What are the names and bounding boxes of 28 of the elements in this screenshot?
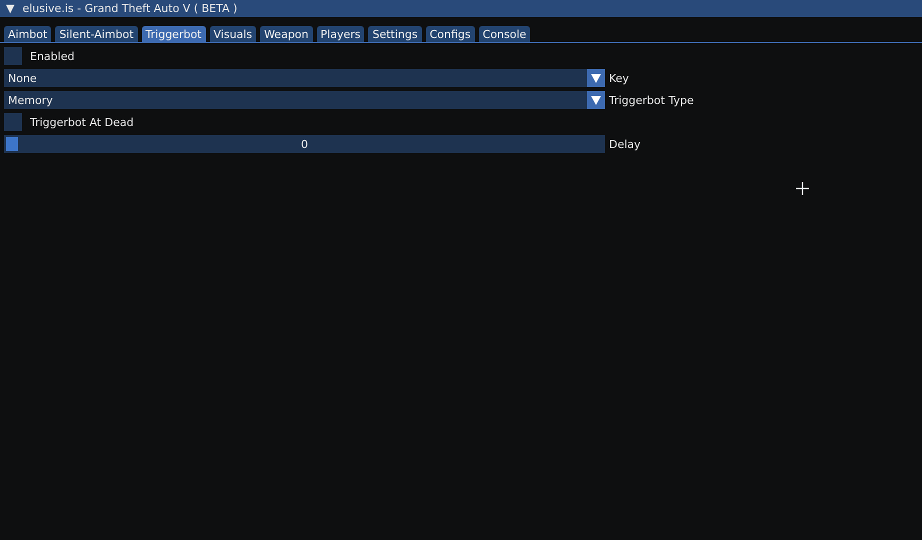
dropdown-value: None — [7, 72, 37, 84]
tab[interactable]: Aimbot — [4, 26, 52, 42]
dropdown-value: Memory — [7, 94, 53, 106]
tab[interactable]: Configs — [426, 26, 475, 42]
slider-value: 0 — [301, 138, 308, 150]
dropdown[interactable]: None — [4, 69, 605, 87]
dropdown-arrow-icon — [591, 96, 601, 104]
window-title: elusive.is - Grand Theft Auto V ( BETA ) — [22, 2, 238, 15]
slider-label: Delay — [609, 138, 641, 150]
tab[interactable]: Players — [316, 26, 364, 42]
tab[interactable]: Weapon — [260, 26, 313, 42]
dropdown-label: Triggerbot Type — [609, 94, 694, 106]
tab[interactable]: Visuals — [210, 26, 256, 42]
tab[interactable]: Console — [478, 26, 530, 42]
tab[interactable]: Silent-Aimbot — [55, 26, 138, 42]
collapse-arrow[interactable]: ▼ — [6, 2, 14, 15]
dropdown-label: Key — [609, 72, 629, 84]
checkbox[interactable] — [4, 113, 22, 131]
tab[interactable]: Settings — [368, 26, 422, 42]
slider[interactable]: 0 — [4, 135, 605, 153]
checkbox-label: Triggerbot At Dead — [30, 116, 134, 128]
tab[interactable]: Triggerbot — [142, 26, 206, 42]
checkbox-label: Enabled — [30, 50, 74, 62]
slider-handle[interactable] — [6, 137, 18, 151]
dropdown-arrow-icon — [591, 74, 601, 82]
dropdown[interactable]: Memory — [4, 91, 605, 109]
crosshair-icon — [796, 182, 809, 195]
checkbox[interactable] — [4, 47, 22, 65]
